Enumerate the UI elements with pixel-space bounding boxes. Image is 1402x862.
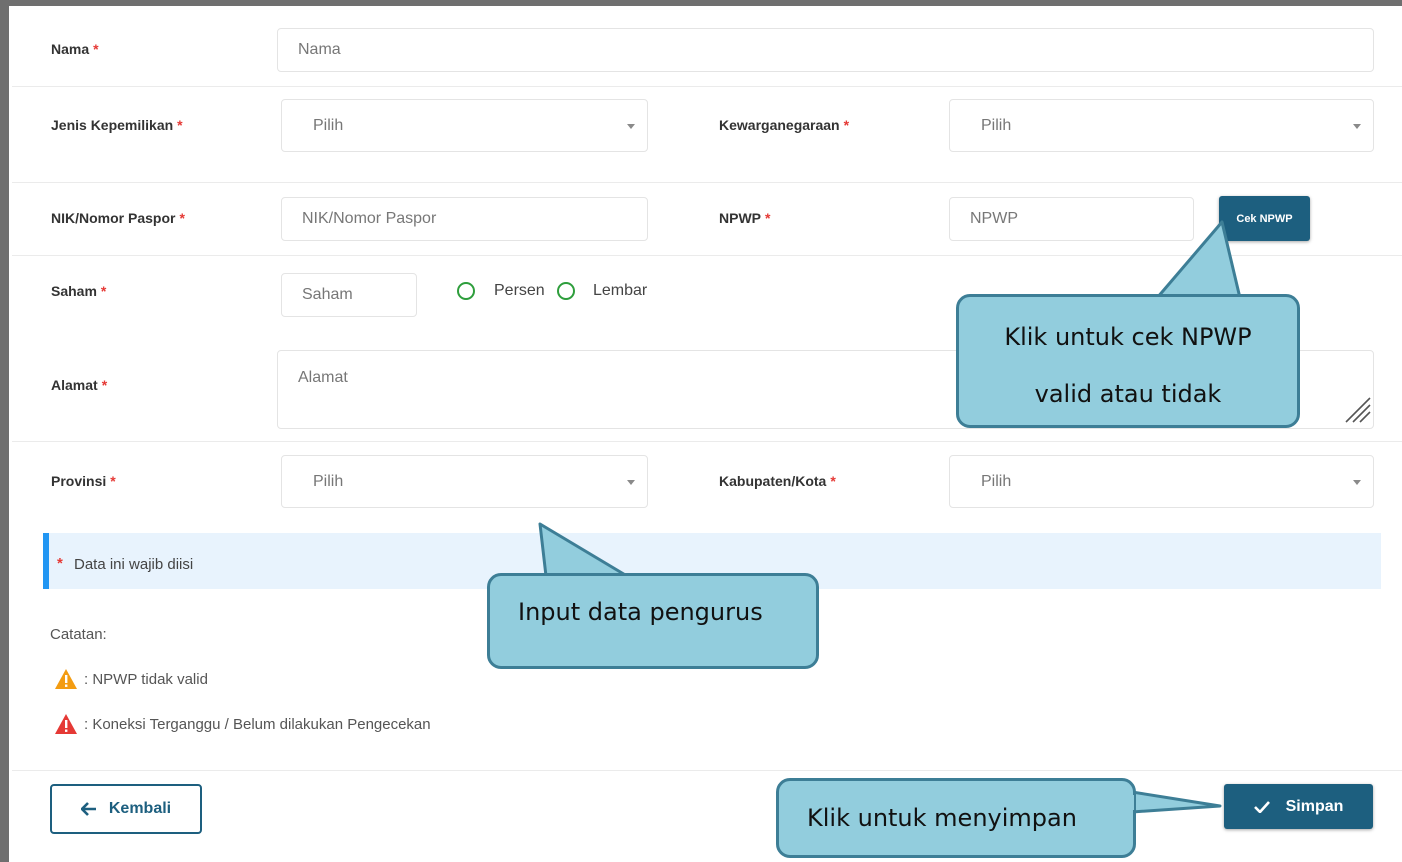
- input-callout: Input data pengurus: [487, 573, 819, 669]
- npwp-callout-tail: [1155, 220, 1242, 300]
- npwp-callout: Klik untuk cek NPWP valid atau tidak: [956, 294, 1300, 428]
- seam-cover: [548, 576, 625, 582]
- callout-tails: [538, 220, 1242, 814]
- callout-text: Klik untuk cek NPWP: [1004, 323, 1252, 351]
- save-callout: Klik untuk menyimpan: [776, 778, 1136, 858]
- callout-text: Input data pengurus: [518, 598, 763, 626]
- input-callout-tail: [538, 522, 629, 578]
- seam-cover: [1160, 297, 1238, 303]
- save-callout-tail: [1130, 790, 1222, 814]
- callout-text: Klik untuk menyimpan: [807, 804, 1077, 832]
- seam-cover: [1128, 795, 1134, 810]
- callout-text: valid atau tidak: [1034, 380, 1222, 408]
